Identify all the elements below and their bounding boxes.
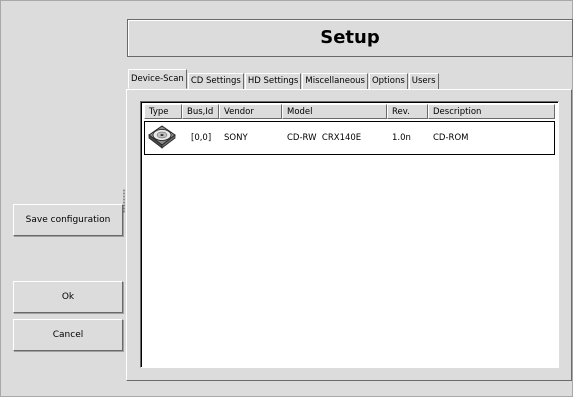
- bus-id-cell: [0,0]: [191, 133, 212, 143]
- column-header-type[interactable]: Type: [144, 104, 182, 119]
- devices-table[interactable]: Type Bus,Id Vendor Model Rev. Descriptio…: [140, 101, 559, 368]
- tab-bar: Device-Scan CD Settings HD Settings Misc…: [128, 69, 440, 89]
- vendor-cell: SONY: [224, 133, 248, 143]
- tab-miscellaneous[interactable]: Miscellaneous: [302, 73, 368, 89]
- tab-cd-settings[interactable]: CD Settings: [187, 73, 244, 89]
- setup-window: Setup Save configuration Ok Cancel Devic…: [0, 0, 573, 397]
- splitter-handle[interactable]: [123, 189, 125, 213]
- column-header-vendor[interactable]: Vendor: [219, 104, 282, 119]
- model-cell: CD-RW CRX140E: [287, 133, 362, 143]
- save-configuration-button[interactable]: Save configuration: [13, 204, 123, 236]
- column-header-description[interactable]: Description: [428, 104, 555, 119]
- tab-users[interactable]: Users: [408, 73, 439, 89]
- description-cell: CD-ROM: [433, 133, 469, 143]
- device-scan-panel: Type Bus,Id Vendor Model Rev. Descriptio…: [126, 89, 572, 381]
- tab-options[interactable]: Options: [368, 73, 408, 89]
- tab-device-scan[interactable]: Device-Scan: [128, 69, 187, 89]
- column-header-rev[interactable]: Rev.: [387, 104, 428, 119]
- cdrom-drive-icon: [145, 123, 183, 154]
- ok-button[interactable]: Ok: [13, 281, 123, 313]
- column-header-bus-id[interactable]: Bus,Id: [182, 104, 219, 119]
- cancel-button[interactable]: Cancel: [13, 319, 123, 351]
- table-row[interactable]: [0,0] SONY CD-RW CRX140E 1.0n CD-ROM: [144, 121, 555, 155]
- tab-hd-settings[interactable]: HD Settings: [244, 73, 302, 89]
- rev-cell: 1.0n: [392, 133, 411, 143]
- table-header: Type Bus,Id Vendor Model Rev. Descriptio…: [144, 104, 555, 120]
- column-header-model[interactable]: Model: [282, 104, 387, 119]
- page-title: Setup: [127, 19, 573, 57]
